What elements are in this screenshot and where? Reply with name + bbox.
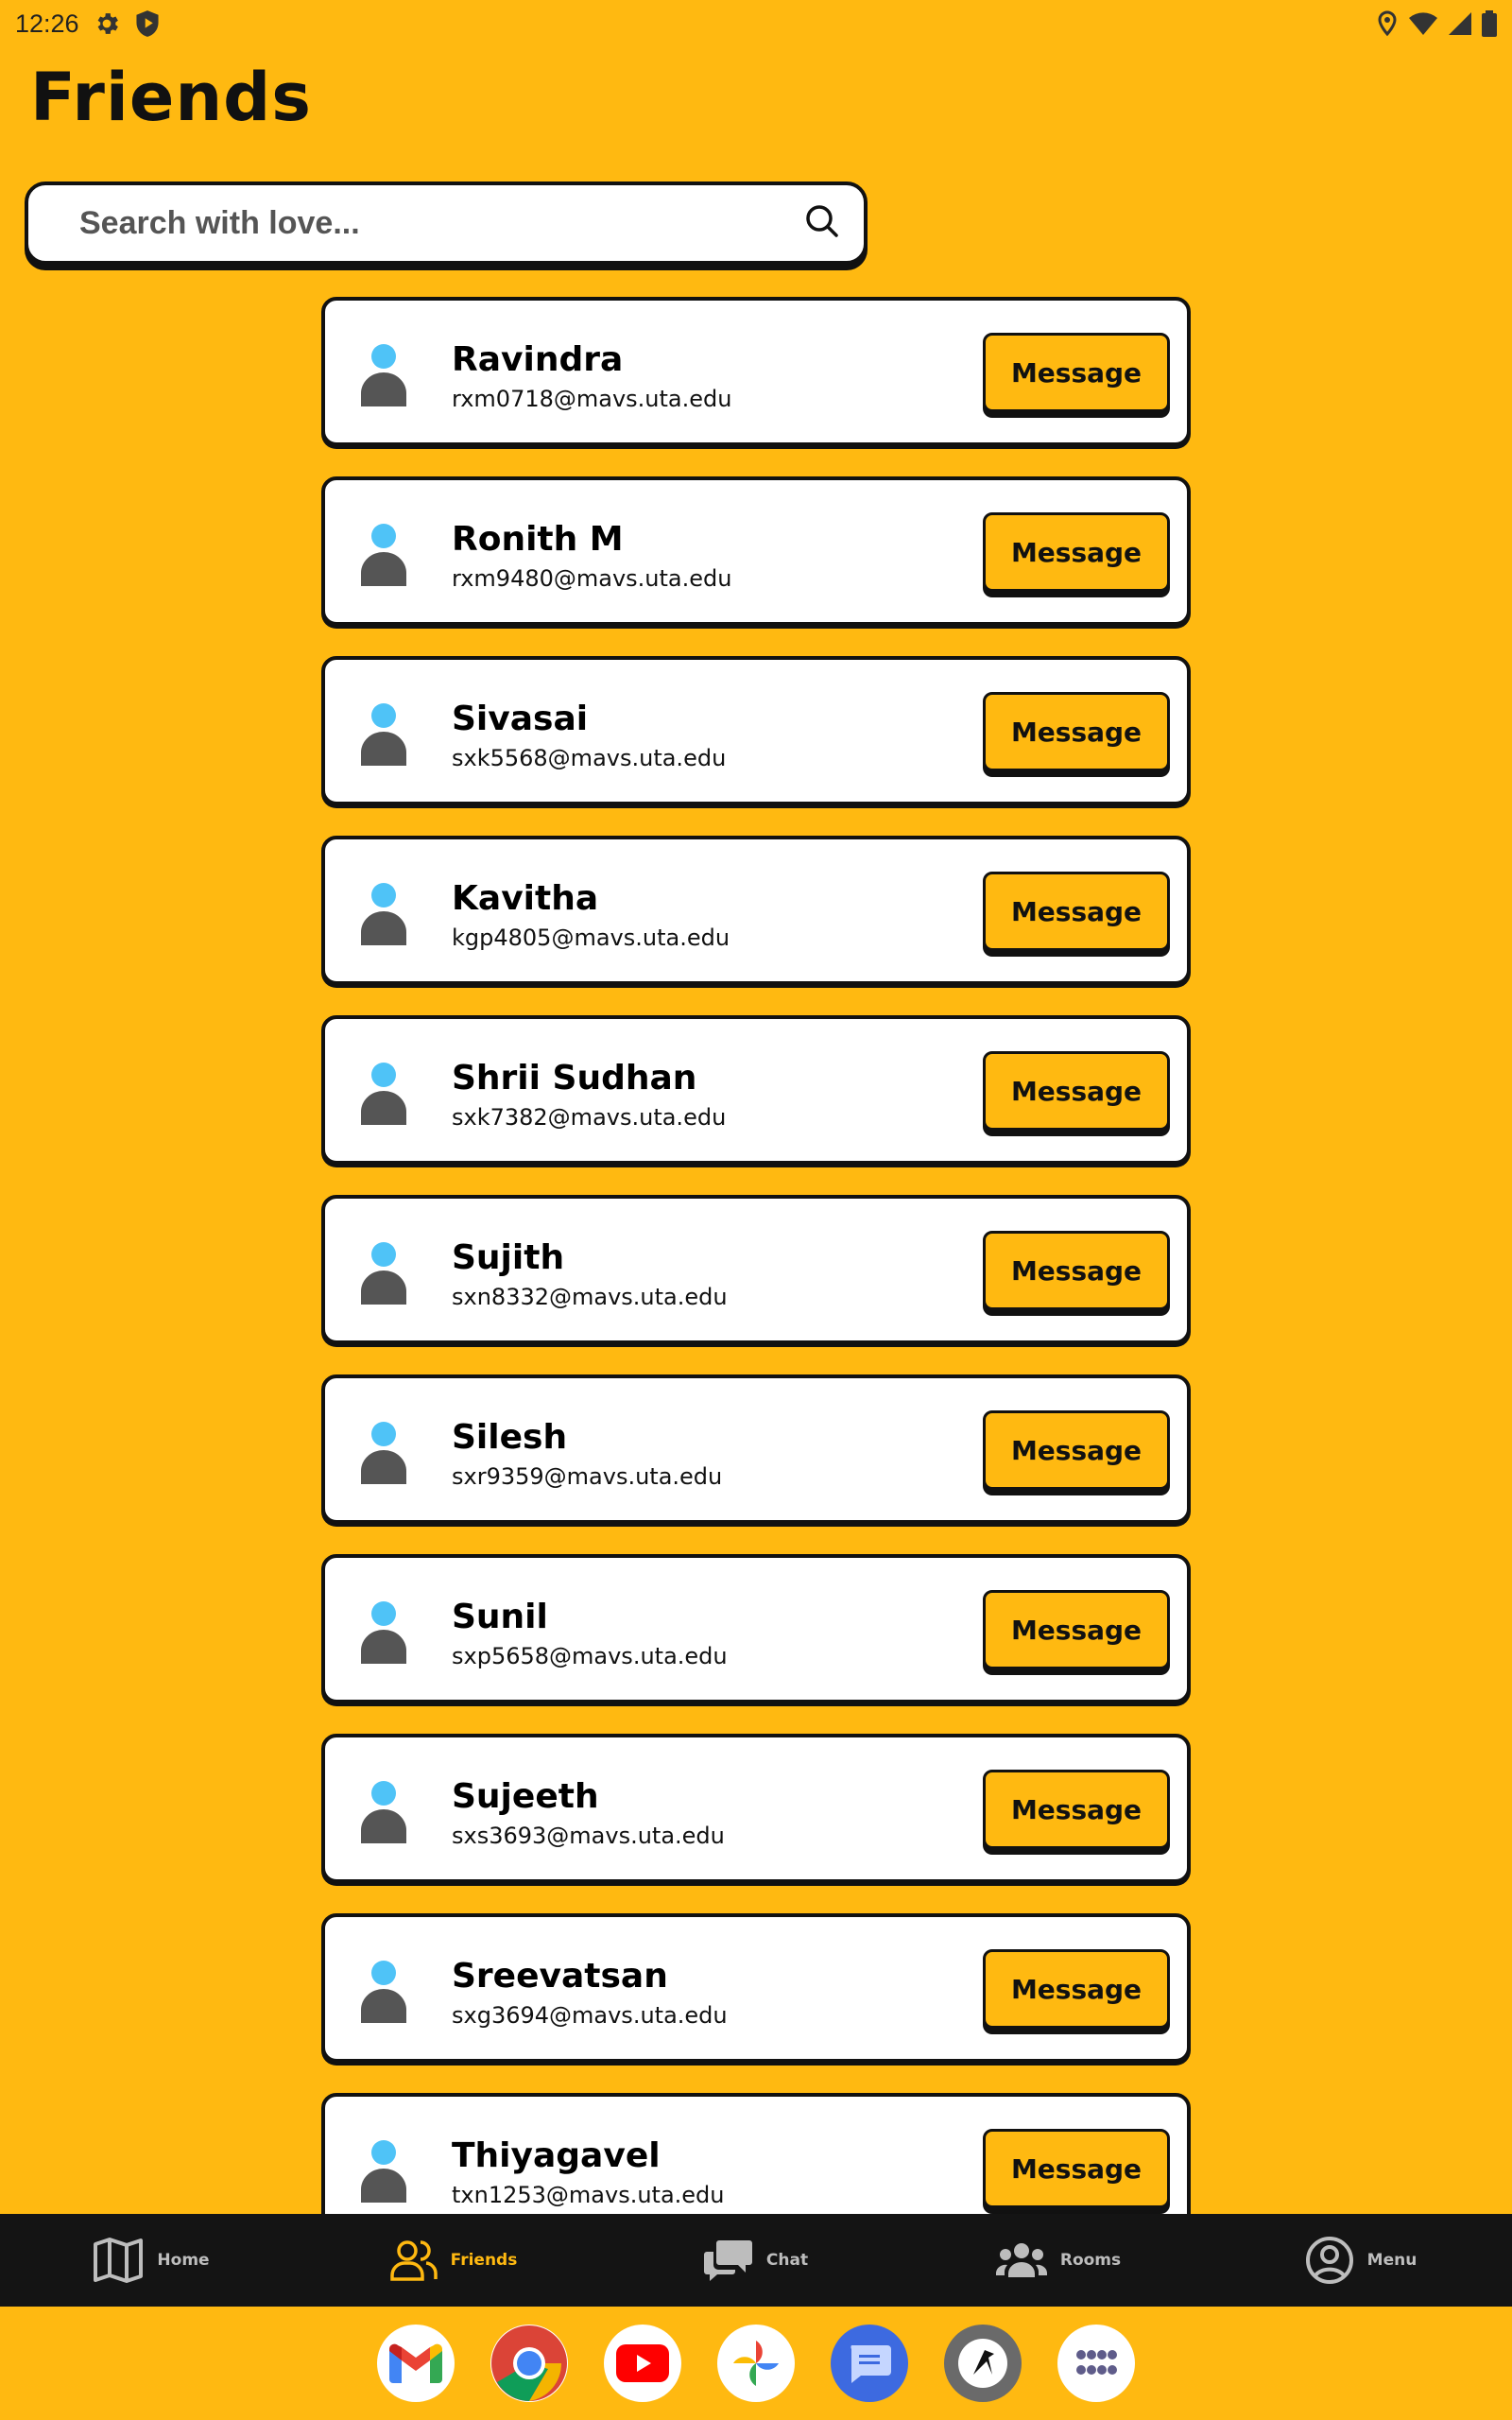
search-bar[interactable] [25,182,868,265]
chrome-icon[interactable] [490,2325,568,2402]
friend-card[interactable]: Sujeeth sxs3693@mavs.uta.edu Message [321,1734,1191,1883]
people-icon [389,2240,438,2281]
friend-email: kgp4805@mavs.uta.edu [452,925,730,951]
group-icon [995,2243,1047,2277]
status-time: 12:26 [15,9,79,38]
signal-icon [1448,11,1472,36]
nav-label: Friends [450,2251,518,2270]
photos-icon[interactable] [717,2325,795,2402]
nav-label: Menu [1366,2251,1418,2270]
nav-home[interactable]: Home [0,2214,302,2307]
friend-card[interactable]: Kavitha kgp4805@mavs.uta.edu Message [321,836,1191,985]
nav-label: Rooms [1059,2251,1122,2270]
nav-friends[interactable]: Friends [302,2214,605,2307]
message-button[interactable]: Message [983,333,1170,412]
map-icon [94,2238,144,2283]
page-title: Friends [30,59,312,136]
friend-name: Sunil [452,1598,548,1636]
messages-icon[interactable] [831,2325,908,2402]
friend-email: rxm0718@mavs.uta.edu [452,386,732,412]
friend-name: Sreevatsan [452,1957,668,1996]
friend-email: sxp5658@mavs.uta.edu [452,1643,728,1669]
person-avatar-icon [361,344,406,406]
search-input[interactable] [79,204,803,242]
status-left: 12:26 [15,9,161,39]
settings-icon [93,9,121,38]
friend-card[interactable]: Ronith M rxm9480@mavs.uta.edu Message [321,476,1191,626]
friend-email: sxn8332@mavs.uta.edu [452,1284,728,1310]
friend-card[interactable]: Sujith sxn8332@mavs.uta.edu Message [321,1195,1191,1344]
friend-name: Sujeeth [452,1777,599,1816]
friend-email: sxk7382@mavs.uta.edu [452,1104,727,1131]
person-avatar-icon [361,1422,406,1484]
friend-name: Sujith [452,1238,565,1277]
youtube-icon[interactable] [604,2325,681,2402]
search-icon[interactable] [803,202,841,244]
message-button[interactable]: Message [983,1231,1170,1310]
friend-card[interactable]: Silesh sxr9359@mavs.uta.edu Message [321,1374,1191,1524]
message-button[interactable]: Message [983,872,1170,951]
friend-card[interactable]: Sunil sxp5658@mavs.uta.edu Message [321,1554,1191,1703]
app-icon[interactable] [944,2325,1022,2402]
friend-email: sxk5568@mavs.uta.edu [452,745,727,771]
person-avatar-icon [361,524,406,586]
friend-email: sxg3694@mavs.uta.edu [452,2002,728,2029]
message-button[interactable]: Message [983,1949,1170,2029]
chat-icon [703,2240,752,2281]
nav-label: Chat [765,2251,809,2270]
friend-card[interactable]: Shrii Sudhan sxk7382@mavs.uta.edu Messag… [321,1015,1191,1165]
person-avatar-icon [361,1961,406,2023]
bottom-nav: Home Friends Chat Rooms Menu [0,2214,1512,2307]
battery-icon [1482,10,1497,37]
friend-email: sxs3693@mavs.uta.edu [452,1823,725,1849]
friend-name: Sivasai [452,700,589,738]
message-button[interactable]: Message [983,1770,1170,1849]
person-avatar-icon [361,1781,406,1843]
gmail-icon[interactable] [377,2325,455,2402]
friend-name: Ravindra [452,340,624,379]
friend-name: Ronith M [452,520,624,559]
friend-name: Thiyagavel [452,2136,661,2175]
friend-email: txn1253@mavs.uta.edu [452,2182,725,2208]
nav-menu[interactable]: Menu [1210,2214,1512,2307]
app-drawer-icon[interactable] [1057,2325,1135,2402]
person-avatar-icon [361,1063,406,1125]
message-button[interactable]: Message [983,2129,1170,2208]
nav-rooms[interactable]: Rooms [907,2214,1210,2307]
wifi-icon [1408,11,1438,36]
location-icon [1376,10,1399,37]
system-dock [0,2307,1512,2420]
person-avatar-icon [361,2140,406,2203]
friend-email: rxm9480@mavs.uta.edu [452,565,732,592]
friend-email: sxr9359@mavs.uta.edu [452,1463,723,1490]
message-button[interactable]: Message [983,692,1170,771]
message-button[interactable]: Message [983,512,1170,592]
status-right [1376,10,1497,37]
nav-chat[interactable]: Chat [605,2214,907,2307]
friend-card[interactable]: Sivasai sxk5568@mavs.uta.edu Message [321,656,1191,805]
person-avatar-icon [361,883,406,945]
person-avatar-icon [361,703,406,766]
person-avatar-icon [361,1601,406,1664]
friend-name: Shrii Sudhan [452,1059,697,1098]
friend-card[interactable]: Ravindra rxm0718@mavs.uta.edu Message [321,297,1191,446]
friend-name: Kavitha [452,879,599,918]
status-bar: 12:26 [0,0,1512,47]
message-button[interactable]: Message [983,1051,1170,1131]
shield-icon [134,9,161,38]
message-button[interactable]: Message [983,1410,1170,1490]
friend-name: Silesh [452,1418,568,1457]
friend-card[interactable]: Sreevatsan sxg3694@mavs.uta.edu Message [321,1913,1191,2063]
message-button[interactable]: Message [983,1590,1170,1669]
nav-label: Home [157,2251,210,2270]
account-circle-icon [1305,2237,1353,2284]
person-avatar-icon [361,1242,406,1305]
